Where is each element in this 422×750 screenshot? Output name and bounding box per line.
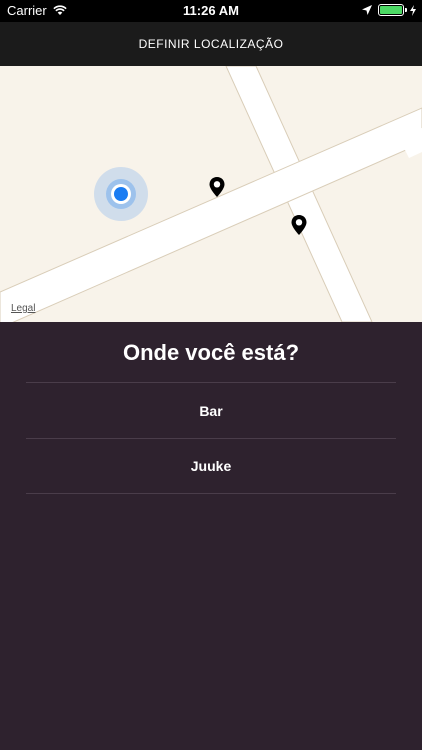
nav-title: DEFINIR LOCALIZAÇÃO bbox=[138, 37, 284, 51]
nav-bar: DEFINIR LOCALIZAÇÃO bbox=[0, 22, 422, 66]
location-arrow-icon bbox=[362, 5, 372, 15]
user-location-marker[interactable] bbox=[94, 167, 148, 221]
location-list: Bar Juuke bbox=[26, 382, 396, 494]
list-item-label: Bar bbox=[199, 402, 223, 419]
map-view[interactable]: Legal bbox=[0, 66, 422, 322]
location-panel: Onde você está? Bar Juuke bbox=[0, 322, 422, 750]
status-right bbox=[362, 4, 416, 16]
list-item[interactable]: Bar bbox=[26, 382, 396, 438]
list-item-label: Juuke bbox=[190, 458, 232, 474]
list-item[interactable]: Juuke bbox=[26, 438, 396, 494]
status-bar: Carrier 11:26 AM bbox=[0, 0, 422, 22]
legal-link[interactable]: Legal bbox=[11, 303, 35, 314]
battery-icon bbox=[378, 4, 407, 16]
charging-icon bbox=[410, 4, 416, 16]
clock: 11:26 AM bbox=[183, 3, 239, 18]
panel-title: Onde você está? bbox=[122, 340, 300, 365]
